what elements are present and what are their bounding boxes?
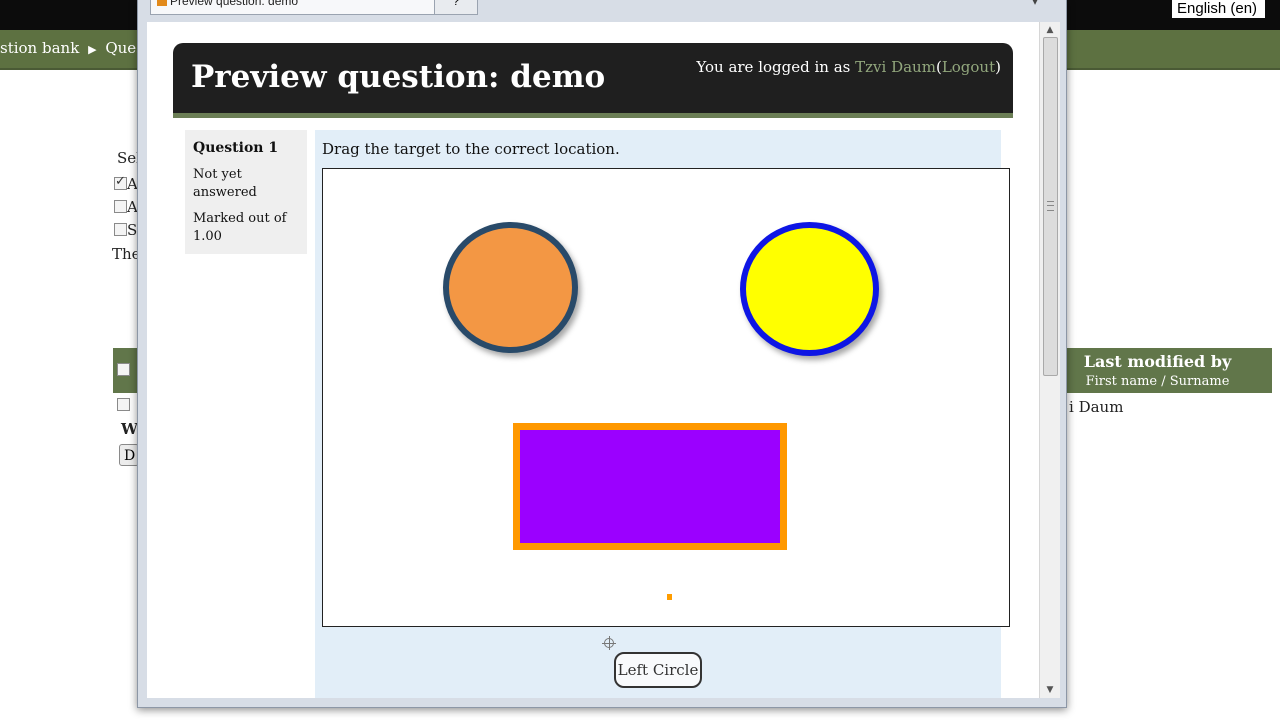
- breadcrumb-separator-icon: ▶: [88, 43, 97, 56]
- rectangle-shape: [513, 423, 787, 550]
- column-sort-name[interactable]: First name / Surname: [1070, 374, 1245, 389]
- login-info: You are logged in as Tzvi Daum(Logout): [696, 58, 1001, 76]
- moodle-icon: [157, 0, 167, 6]
- column-last-modified[interactable]: Last modified by: [1070, 352, 1245, 371]
- drop-zone-background[interactable]: [322, 168, 1010, 627]
- breadcrumb: stion bank ▶ Quest: [0, 39, 150, 57]
- question-info: Question 1 Not yet answered Marked out o…: [185, 130, 307, 254]
- scrollbar[interactable]: ▲ ▼: [1039, 22, 1060, 698]
- scroll-grip-icon: [1047, 201, 1054, 211]
- question-content: Drag the target to the correct location.…: [315, 130, 1010, 698]
- header-divider: [173, 113, 1013, 118]
- dialog-menu-icon[interactable]: ▾: [1032, 0, 1048, 8]
- scroll-down-icon[interactable]: ▼: [1040, 682, 1060, 698]
- right-circle-shape: [740, 222, 879, 356]
- question-number: Question 1: [193, 140, 279, 156]
- option-checkbox-3[interactable]: [114, 223, 127, 236]
- row-checkbox[interactable]: [117, 398, 130, 411]
- option-checkbox-2[interactable]: [114, 200, 127, 213]
- option-label-3: S: [127, 221, 138, 239]
- delete-button[interactable]: D: [119, 444, 139, 466]
- logout-link[interactable]: Logout: [942, 58, 995, 76]
- with-selected-label: W: [121, 420, 138, 438]
- question-text: Drag the target to the correct location.: [322, 140, 620, 158]
- select-all-checkbox[interactable]: [117, 363, 130, 376]
- crosshair-icon[interactable]: [602, 636, 616, 650]
- dialog-content: Preview question: demo You are logged in…: [147, 22, 1039, 698]
- dialog-tab-2[interactable]: ?: [434, 0, 478, 15]
- paren-close: ): [995, 58, 1001, 76]
- page-header: Preview question: demo You are logged in…: [173, 43, 1013, 118]
- scroll-up-icon[interactable]: ▲: [1040, 22, 1060, 38]
- drop-marker: [667, 594, 672, 600]
- breadcrumb-item-question-bank[interactable]: stion bank: [0, 39, 79, 57]
- question-state: Not yet answered: [193, 167, 257, 200]
- dialog-tab-title: Preview question: demo: [170, 0, 299, 8]
- row-modified-by: i Daum: [1069, 398, 1124, 416]
- dialog-tab[interactable]: Preview question: demo: [150, 0, 436, 15]
- question-grade: Marked out of 1.00: [193, 211, 287, 244]
- left-circle-shape: [443, 222, 578, 353]
- page-title: Preview question: demo: [191, 59, 606, 95]
- user-link[interactable]: Tzvi Daum: [855, 58, 936, 76]
- logged-in-text: You are logged in as: [696, 58, 851, 76]
- preview-dialog: Preview question: demo ? ▾ Preview quest…: [137, 0, 1067, 708]
- language-menu[interactable]: English (en): [1172, 0, 1265, 18]
- drag-item-left-circle[interactable]: Left Circle: [614, 652, 702, 688]
- option-checkbox-1[interactable]: [114, 174, 127, 190]
- scroll-thumb[interactable]: [1043, 37, 1058, 376]
